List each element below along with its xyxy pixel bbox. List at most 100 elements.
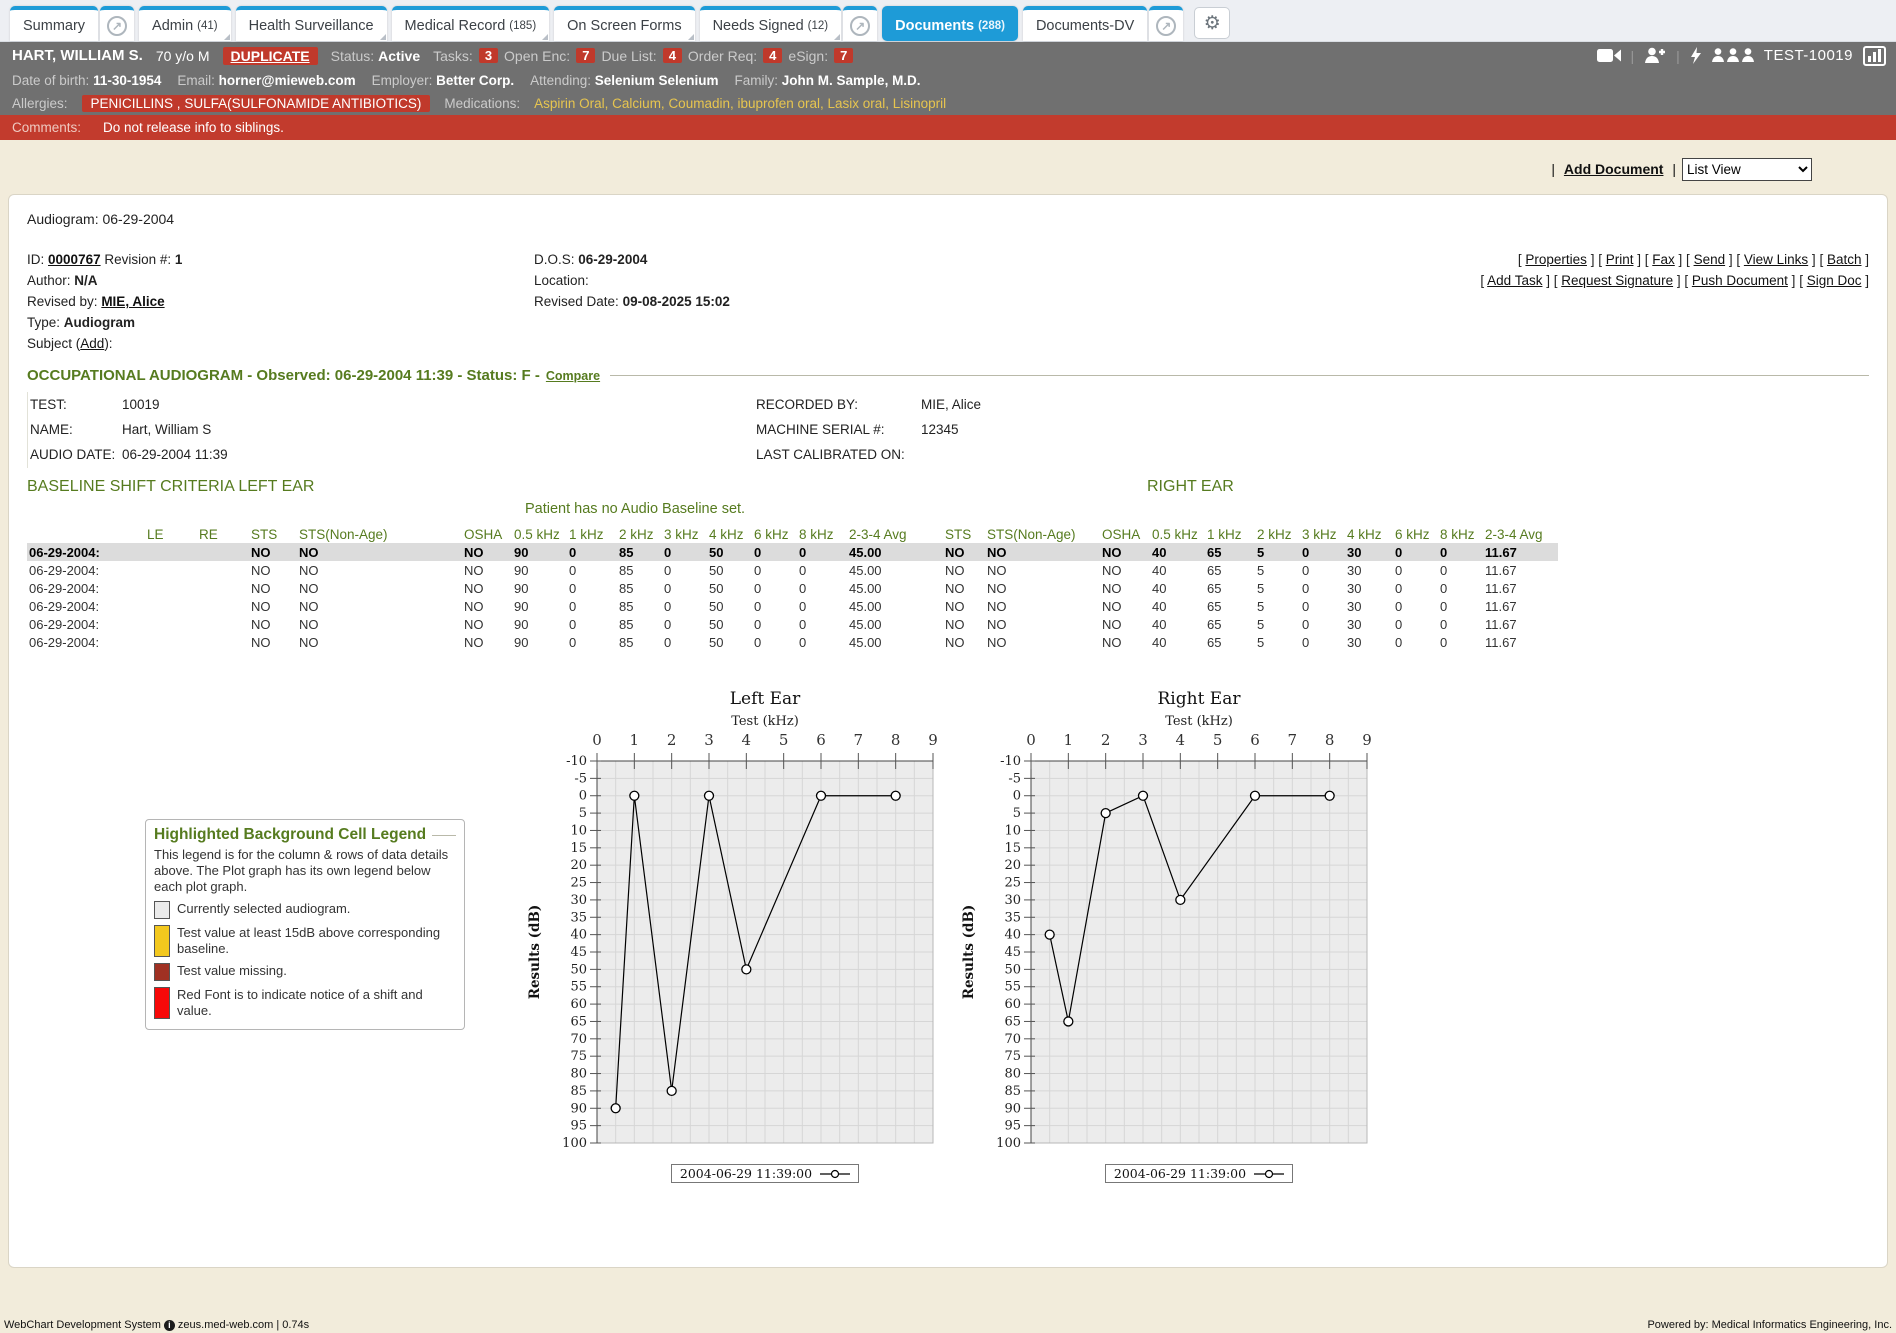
duplicate-flag[interactable]: DUPLICATE [223,47,318,65]
tab-on-screen-forms[interactable]: On Screen Forms [554,6,694,41]
attending-value: Selenium Selenium [595,73,719,88]
comments-text: Do not release info to siblings. [103,120,284,135]
medications-list[interactable]: Aspirin Oral, Calcium, Coumadin, ibuprof… [534,96,946,111]
result-row[interactable]: 06-29-2004:NONONO900850500045.00NONONO40… [27,579,1885,597]
tab-bar: Summary↗Admin(41)Health SurveillanceMedi… [0,0,1896,42]
svg-text:90: 90 [1004,1101,1021,1116]
view-links-link[interactable]: View Links [1744,252,1808,267]
fax-link[interactable]: Fax [1652,252,1675,267]
patient-stats-icon[interactable] [1863,46,1886,66]
tab-summary[interactable]: Summary [10,6,98,41]
footer: WebChart Development Systemizeus.med-web… [0,1316,1896,1333]
svg-text:0: 0 [1013,789,1021,804]
badge-count[interactable]: 7 [576,48,595,63]
badge-count[interactable]: 3 [479,48,498,63]
tab-medical-record[interactable]: Medical Record(185) [392,6,550,41]
footer-app-name: WebChart Development System [4,1319,161,1331]
badge-count[interactable]: 4 [763,48,782,63]
results-table-container: LERESTSSTS(Non-Age)OSHA0.5 kHz1 kHz2 kHz… [27,526,1869,651]
legend-color-swatch [154,987,170,1019]
audio-date-value: 06-29-2004 11:39 [122,442,228,467]
svg-text:0: 0 [592,731,602,749]
tab-needs-signed-popout-icon[interactable]: ↗ [843,6,877,41]
svg-text:40: 40 [1004,928,1021,943]
document-id-link[interactable]: 0000767 [48,252,101,267]
svg-text:45: 45 [1004,945,1021,960]
author-value: N/A [74,273,97,288]
lightning-icon[interactable] [1690,47,1702,64]
tab-admin[interactable]: Admin(41) [139,6,231,41]
svg-text:95: 95 [570,1119,587,1134]
subject-add-link[interactable]: Add [80,336,104,351]
tab-documents-dv[interactable]: Documents-DV [1023,6,1147,41]
compare-link[interactable]: Compare [546,369,600,383]
data-point [1064,1017,1073,1026]
email-value[interactable]: horner@mieweb.com [219,73,356,88]
request-signature-link[interactable]: Request Signature [1561,273,1673,288]
info-icon[interactable]: i [164,1320,175,1331]
patient-status: Status: Active [331,48,421,64]
svg-text:65: 65 [570,1014,587,1029]
svg-text:15: 15 [1004,841,1021,856]
badge-esign-: eSign:7 [788,48,853,64]
svg-text:7: 7 [1288,731,1298,749]
svg-text:5: 5 [779,731,789,749]
print-link[interactable]: Print [1606,252,1634,267]
badge-count[interactable]: 4 [663,48,682,63]
push-document-link[interactable]: Push Document [1692,273,1788,288]
revised-by-link[interactable]: MIE, Alice [101,294,164,309]
add-document-link[interactable]: Add Document [1564,161,1664,177]
svg-text:20: 20 [570,858,587,873]
badge-count[interactable]: 7 [834,48,853,63]
sign-doc-link[interactable]: Sign Doc [1807,273,1862,288]
patients-group-icon[interactable] [1712,48,1754,63]
chart-title: Right Ear [1031,689,1367,709]
tab-documents[interactable]: Documents(288) [882,6,1018,41]
svg-text:90: 90 [570,1101,587,1116]
tab-health-surveillance[interactable]: Health Surveillance [236,6,387,41]
svg-text:2: 2 [667,731,677,749]
svg-text:7: 7 [854,731,864,749]
patient-row-allergies: Allergies: PENICILLINS , SULFA(SULFONAMI… [0,91,1896,115]
result-row[interactable]: 06-29-2004:NONONO900850500045.00NONONO40… [27,615,1885,633]
add-person-icon[interactable] [1644,47,1666,64]
result-row[interactable]: 06-29-2004:NONONO900850500045.00NONONO40… [27,561,1885,579]
video-call-icon[interactable] [1597,48,1621,63]
document-actions-row1: [ Properties ] [ Print ] [ Fax ] [ Send … [1480,249,1869,270]
badge-due-list-: Due List:4 [601,48,681,64]
patient-age-sex: 70 y/o M [156,48,210,64]
result-row-selected[interactable]: 06-29-2004:NONONO900850500045.00NONONO40… [27,543,1885,561]
data-point [1325,791,1334,800]
svg-text:9: 9 [1362,731,1372,749]
send-link[interactable]: Send [1694,252,1726,267]
svg-text:20: 20 [1004,858,1021,873]
settings-gear-icon[interactable]: ⚙ [1194,7,1230,39]
svg-text:0: 0 [1026,731,1036,749]
svg-text:50: 50 [570,962,587,977]
data-point [705,791,714,800]
svg-text:-10: -10 [1000,754,1021,769]
chart-title: Left Ear [597,689,933,709]
add-task-link[interactable]: Add Task [1487,273,1542,288]
properties-link[interactable]: Properties [1525,252,1587,267]
svg-text:55: 55 [1004,980,1021,995]
cell-legend-item: Red Font is to indicate notice of a shif… [154,987,456,1019]
tab-summary-popout-icon[interactable]: ↗ [100,6,134,41]
cell-legend-items: Currently selected audiogram.Test value … [154,901,456,1019]
chart-y-axis-label: Results (dB) [527,905,543,1000]
svg-text:85: 85 [1004,1084,1021,1099]
dos-value: 06-29-2004 [578,252,647,267]
no-baseline-message: Patient has no Audio Baseline set. [525,501,745,517]
dob-value: 11-30-1954 [93,73,161,88]
chart-y-axis-label: Results (dB) [961,905,977,1000]
result-row[interactable]: 06-29-2004:NONONO900850500045.00NONONO40… [27,597,1885,615]
result-row[interactable]: 06-29-2004:NONONO900850500045.00NONONO40… [27,633,1885,651]
svg-text:30: 30 [1004,893,1021,908]
tab-needs-signed[interactable]: Needs Signed(12) [700,6,842,41]
allergies-value[interactable]: PENICILLINS , SULFA(SULFONAMIDE ANTIBIOT… [82,95,431,112]
batch-link[interactable]: Batch [1827,252,1862,267]
tab-documents-dv-popout-icon[interactable]: ↗ [1149,6,1183,41]
name-value: Hart, William S [122,417,211,442]
svg-text:50: 50 [1004,962,1021,977]
view-select[interactable]: List View [1682,158,1812,181]
